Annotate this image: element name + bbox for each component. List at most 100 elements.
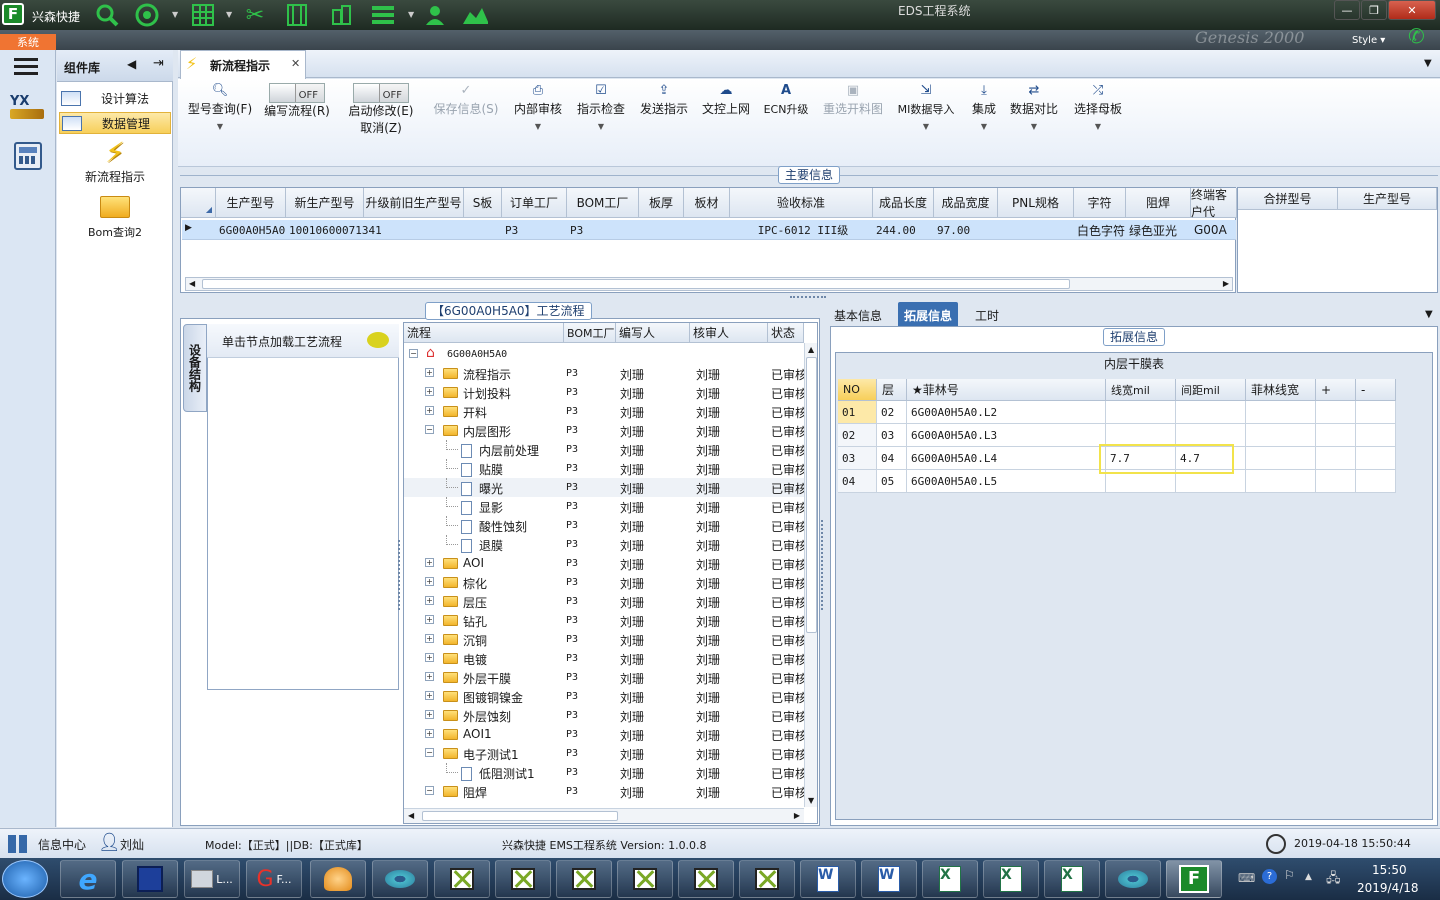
scroll-right-icon[interactable]: ▶ [794,811,800,820]
cancel-label[interactable]: 取消(Z) [360,121,402,135]
main-info-cell[interactable]: 绿色亚光 [1126,220,1191,240]
off-toggle[interactable]: OFF [269,83,325,103]
component-item-design-algorithm[interactable]: 设计算法 [59,87,171,109]
film-cell[interactable] [1356,401,1396,424]
style-menu[interactable]: Style ▾ [1352,35,1385,46]
horizontal-scrollbar[interactable]: ◀ ▶ [185,277,1233,291]
mountain-chart-icon[interactable] [462,2,488,28]
film-icon[interactable] [284,2,310,28]
send-instruction-button[interactable]: ⇪ 发送指示 [636,81,692,149]
excel-window-button-6[interactable] [739,860,795,898]
keyboard-icon[interactable]: ⌨ [1238,871,1255,885]
scroll-thumb[interactable] [422,811,618,821]
main-info-cell[interactable]: 10010600071341 [286,220,382,240]
film-cell[interactable] [1356,470,1396,493]
film-cell[interactable] [1316,424,1356,447]
film-cell[interactable]: 02 [877,401,907,424]
film-cell[interactable]: 6G00A0H5A0.L5 [907,470,1106,493]
flag-icon[interactable]: ⚐ [1284,868,1295,882]
film-cell[interactable] [1356,447,1396,470]
tree-horizontal-scrollbar[interactable]: ◀ ▶ [404,808,804,823]
tree-row[interactable]: + AOI1 P3 刘珊 刘珊 已审核 [404,725,804,744]
help-icon[interactable]: ? [1262,869,1277,884]
select-motherboard-button[interactable]: ⤮ 选择母板 ▼ [1068,81,1128,149]
component-item-data-management[interactable]: 数据管理 [59,112,171,134]
main-info-col-header[interactable]: 升级前旧生产型号 [364,188,464,218]
main-info-cell[interactable] [639,220,684,240]
main-info-col-header[interactable]: S板 [464,188,502,218]
main-info-cell[interactable] [364,220,464,240]
device-structure-tab[interactable]: 设备结构 [183,324,207,412]
pin-icon[interactable]: ⇥ [153,56,164,71]
film-cell[interactable] [1246,401,1316,424]
shell-taskbar-button[interactable] [310,860,366,898]
windows-grid-icon[interactable] [8,835,28,853]
main-info-cell[interactable]: 244.00 [873,220,934,240]
scissors-icon[interactable]: ✂ [242,2,268,28]
film-cell[interactable]: 03 [838,447,877,470]
excel-button-3[interactable]: X [1044,860,1100,898]
instruction-check-button[interactable]: ☑ 指示检查 ▼ [572,81,630,149]
main-info-col-header[interactable]: 成品宽度 [934,188,998,218]
scroll-down-icon[interactable]: ▼ [808,796,814,805]
close-icon[interactable]: ✕ [291,57,300,70]
start-button[interactable] [2,860,48,898]
taskbar-button-l[interactable]: L... [184,860,240,898]
excel-window-button-5[interactable] [678,860,734,898]
info-center-link[interactable]: 信息中心 [38,836,86,853]
splitter-grip[interactable] [790,296,826,299]
main-info-cell[interactable]: P3 [502,220,567,240]
tree-row[interactable]: + 棕化 P3 刘珊 刘珊 已审核 [404,573,804,592]
film-cell[interactable] [1246,447,1316,470]
main-info-cell[interactable] [464,220,502,240]
taskbar-clock-time[interactable]: 15:50 [1372,863,1407,877]
tree-row[interactable]: + 层压 P3 刘珊 刘珊 已审核 [404,592,804,611]
main-info-col-header[interactable]: PNL规格 [998,188,1074,218]
start-modify-toggle[interactable]: OFF 启动修改(E) 取消(Z) [344,83,418,151]
excel-button-2[interactable]: X [983,860,1039,898]
chevron-down-icon[interactable]: ▼ [1424,58,1432,69]
film-col-header[interactable]: 间距mil [1176,379,1246,401]
film-col-header[interactable]: - [1356,379,1396,401]
tree-row[interactable]: + 开料 P3 刘珊 刘珊 已审核 [404,402,804,421]
excel-window-button-1[interactable] [434,860,490,898]
main-info-cell[interactable]: 白色字符 [1074,220,1126,240]
chevron-down-icon[interactable]: ▼ [172,10,178,19]
reselect-cutting-button[interactable]: ▣ 重选开料图 [818,81,888,149]
film-cell[interactable]: 01 [838,401,877,424]
main-info-col-header[interactable]: 成品长度 [873,188,934,218]
minimize-button[interactable]: — [1334,0,1360,20]
tree-row[interactable]: − 阻焊 P3 刘珊 刘珊 已审核 [404,782,804,801]
film-col-header[interactable]: + [1316,379,1356,401]
integrate-button[interactable]: ⤓ 集成 ▼ [966,81,1002,149]
tree-row[interactable]: + 钻孔 P3 刘珊 刘珊 已审核 [404,611,804,630]
tree-row[interactable]: − 电子测试1 P3 刘珊 刘珊 已审核 [404,744,804,763]
excel-window-button-2[interactable] [495,860,551,898]
tree-row[interactable]: 显影 P3 刘珊 刘珊 已审核 [404,497,804,516]
tree-row[interactable]: − 内层图形 P3 刘珊 刘珊 已审核 [404,421,804,440]
chevron-down-icon[interactable]: ▼ [408,10,414,19]
phone-icon[interactable]: ✆ [1408,24,1425,48]
film-cell[interactable] [1106,401,1176,424]
main-info-col-header[interactable]: 新生产型号 [286,188,364,218]
main-info-cell[interactable] [998,220,1074,240]
tree-row[interactable]: + 电镀 P3 刘珊 刘珊 已审核 [404,649,804,668]
tab-new-process[interactable]: ⚡ 新流程指示 ✕ [180,50,306,79]
list-icon[interactable] [370,2,396,28]
main-info-cell[interactable] [684,220,730,240]
film-cell[interactable]: 04 [877,447,907,470]
maximize-button[interactable]: ❐ [1361,0,1387,20]
yx-logo-icon[interactable]: YX [10,94,44,126]
collapse-left-icon[interactable]: ◀ [127,57,136,71]
mi-import-button[interactable]: ⇲ MI数据导入 ▼ [892,81,960,149]
tree-row[interactable]: 退膜 P3 刘珊 刘珊 已审核 [404,535,804,554]
system-tab[interactable]: 系统 [0,34,56,50]
tab-work-hours[interactable]: 工时 [975,307,999,324]
tree-row[interactable]: + 流程指示 P3 刘珊 刘珊 已审核 [404,364,804,383]
film-col-header[interactable]: ★菲林号 [907,379,1106,401]
eye-app-button[interactable] [1105,860,1161,898]
tree-row[interactable]: 贴膜 P3 刘珊 刘珊 已审核 [404,459,804,478]
tree-row[interactable]: + 外层干膜 P3 刘珊 刘珊 已审核 [404,668,804,687]
calculator-icon[interactable] [14,142,42,170]
excel-button-1[interactable]: X [922,860,978,898]
